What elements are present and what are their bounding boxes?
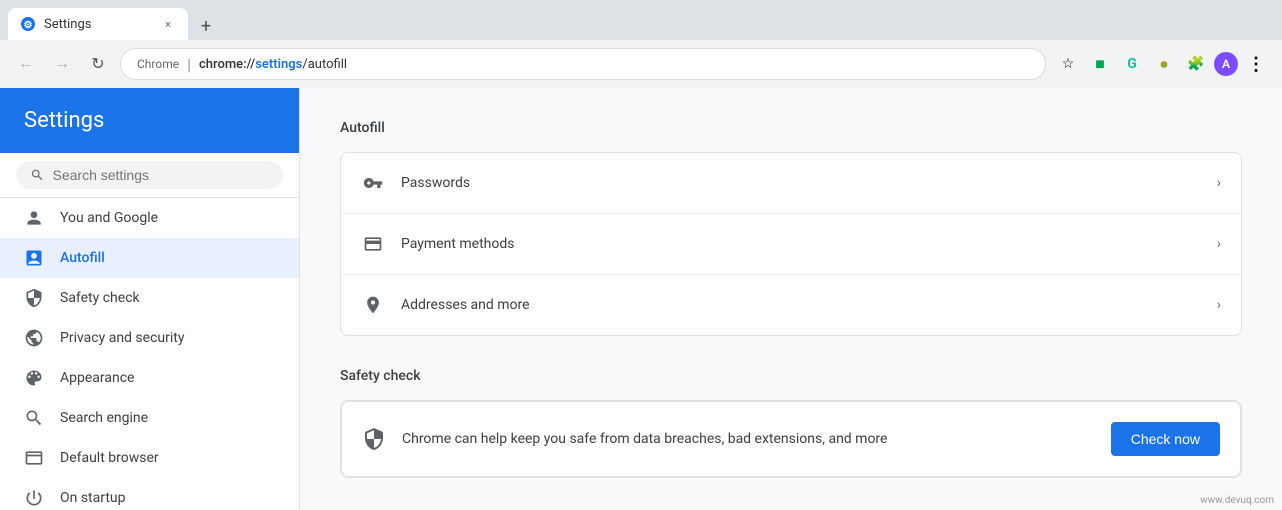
sidebar-label-search-engine: Search engine	[60, 410, 148, 426]
search-input[interactable]	[53, 167, 270, 183]
credit-card-icon	[361, 232, 385, 256]
key-icon	[361, 171, 385, 195]
power-icon	[24, 488, 44, 508]
sidebar-item-on-startup[interactable]: On startup	[0, 478, 299, 510]
sidebar: Settings You and Google Aut	[0, 88, 300, 510]
sidebar-item-you-and-google[interactable]: You and Google	[0, 198, 299, 238]
sidebar-label-default-browser: Default browser	[60, 450, 159, 466]
sidebar-label-on-startup: On startup	[60, 490, 126, 506]
payment-methods-item[interactable]: Payment methods ›	[341, 214, 1241, 275]
browser-icon	[24, 448, 44, 468]
sidebar-item-privacy-security[interactable]: Privacy and security	[0, 318, 299, 358]
sidebar-header: Settings	[0, 88, 299, 153]
palette-icon	[24, 368, 44, 388]
tab-favicon: ⚙	[20, 16, 36, 32]
nav-bar: ← → ↻ Chrome | chrome://settings/autofil…	[0, 40, 1282, 88]
main-content: Autofill Passwords › Payment methods ›	[300, 88, 1282, 510]
search-bar[interactable]	[16, 161, 283, 189]
svg-text:⚙: ⚙	[24, 20, 33, 31]
sidebar-label-autofill: Autofill	[60, 250, 105, 266]
watermark: www.devuq.com	[1200, 495, 1274, 506]
settings-title: Settings	[24, 108, 104, 133]
tab-bar: ⚙ Settings × +	[0, 0, 1282, 40]
sidebar-item-appearance[interactable]: Appearance	[0, 358, 299, 398]
addresses-label: Addresses and more	[401, 297, 1201, 313]
search-icon	[30, 167, 45, 183]
url-subpath: /autofill	[302, 57, 347, 72]
sidebar-item-autofill[interactable]: Autofill	[0, 238, 299, 278]
toolbar-icons: ☆ ■ G ● 🧩 A ⋮	[1054, 50, 1270, 78]
sidebar-item-default-browser[interactable]: Default browser	[0, 438, 299, 478]
user-avatar[interactable]: A	[1214, 52, 1238, 76]
autofill-card: Passwords › Payment methods › Addresses …	[340, 152, 1242, 336]
theme-icon[interactable]: ●	[1150, 50, 1178, 78]
back-button[interactable]: ←	[12, 50, 40, 78]
bookmark-icon[interactable]: ☆	[1054, 50, 1082, 78]
tab-close-button[interactable]: ×	[160, 16, 176, 32]
location-icon	[361, 293, 385, 317]
tab-title: Settings	[44, 17, 152, 32]
sidebar-label-safety-check: Safety check	[60, 290, 140, 306]
shield-icon	[24, 288, 44, 308]
menu-icon[interactable]: ⋮	[1242, 50, 1270, 78]
passwords-label: Passwords	[401, 175, 1201, 191]
sidebar-label-you-and-google: You and Google	[60, 210, 158, 226]
payment-methods-label: Payment methods	[401, 236, 1201, 252]
sidebar-label-appearance: Appearance	[60, 370, 134, 386]
addresses-chevron: ›	[1217, 297, 1221, 313]
address-separator: |	[187, 55, 191, 74]
check-now-button[interactable]: Check now	[1111, 422, 1220, 456]
browser-chrome: ⚙ Settings × + ← → ↻ Chrome | chrome://s…	[0, 0, 1282, 88]
sidebar-item-search-engine[interactable]: Search engine	[0, 398, 299, 438]
grammarly-icon[interactable]: G	[1118, 50, 1146, 78]
safety-check-section-title: Safety check	[340, 368, 1242, 384]
security-indicator: Chrome	[137, 57, 179, 71]
autofill-icon	[24, 248, 44, 268]
search-engine-icon	[24, 408, 44, 428]
passwords-item[interactable]: Passwords ›	[341, 153, 1241, 214]
extensions-icon[interactable]: 🧩	[1182, 50, 1210, 78]
payment-chevron: ›	[1217, 236, 1221, 252]
safety-check-content: Chrome can help keep you safe from data …	[341, 401, 1241, 477]
addresses-item[interactable]: Addresses and more ›	[341, 275, 1241, 335]
sidebar-label-privacy-security: Privacy and security	[60, 330, 184, 346]
url-path: settings	[255, 57, 302, 72]
browser-window: ⚙ Settings × + ← → ↻ Chrome | chrome://s…	[0, 0, 1282, 510]
forward-button[interactable]: →	[48, 50, 76, 78]
safety-check-card: Chrome can help keep you safe from data …	[340, 400, 1242, 478]
reload-button[interactable]: ↻	[84, 50, 112, 78]
person-icon	[24, 208, 44, 228]
sidebar-item-safety-check[interactable]: Safety check	[0, 278, 299, 318]
url-protocol: chrome://	[199, 57, 255, 72]
active-tab[interactable]: ⚙ Settings ×	[8, 8, 188, 40]
passwords-chevron: ›	[1217, 175, 1221, 191]
address-url: chrome://settings/autofill	[199, 57, 347, 72]
kaspersky-icon[interactable]: ■	[1086, 50, 1114, 78]
new-tab-button[interactable]: +	[192, 12, 220, 40]
autofill-section-title: Autofill	[340, 120, 1242, 136]
address-bar[interactable]: Chrome | chrome://settings/autofill	[120, 48, 1046, 80]
settings-page: Settings You and Google Aut	[0, 88, 1282, 510]
safety-check-description: Chrome can help keep you safe from data …	[402, 431, 1095, 447]
safety-shield-icon	[362, 427, 386, 451]
search-container	[0, 153, 299, 198]
globe-shield-icon	[24, 328, 44, 348]
